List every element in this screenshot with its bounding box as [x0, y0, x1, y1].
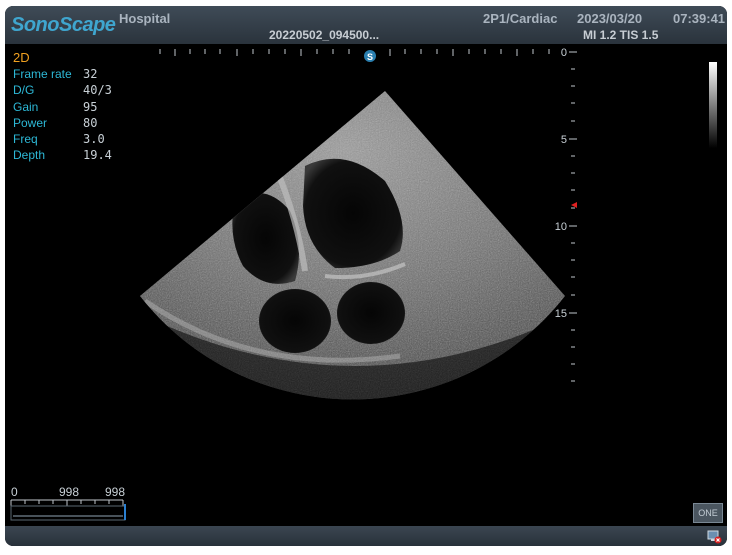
- orientation-marker-icon: S: [364, 50, 376, 62]
- param-row: D/G 40/3: [13, 83, 112, 99]
- param-value: 40/3: [83, 83, 112, 98]
- status-bar: [5, 526, 727, 546]
- chamber-right-atrium: [259, 289, 331, 353]
- imaging-mode: 2D: [13, 50, 30, 65]
- depth-label-0: 0: [561, 47, 567, 59]
- param-label: D/G: [13, 83, 35, 98]
- ultrasound-image-area: S 0 5 10 15: [10, 47, 717, 521]
- depth-label-15: 15: [555, 308, 567, 320]
- param-label: Gain: [13, 99, 39, 114]
- one-button[interactable]: ONE: [693, 503, 723, 523]
- network-disconnected-icon[interactable]: [706, 528, 722, 544]
- header-bar: SonoScape Hospital 20220502_094500... 2P…: [5, 6, 727, 44]
- cine-timeline[interactable]: [10, 499, 126, 521]
- chamber-left-atrium: [337, 282, 405, 344]
- grayscale-bar: [709, 62, 717, 148]
- param-label: Power: [13, 115, 48, 130]
- param-row: Power 80: [13, 116, 112, 132]
- focus-marker-icon: [571, 202, 577, 208]
- date-label: 2023/03/20: [577, 11, 643, 26]
- depth-label-5: 5: [561, 134, 567, 146]
- param-label: Depth: [13, 148, 46, 163]
- cine-end-label: 998: [105, 485, 126, 499]
- cine-start-label: 0: [11, 485, 18, 499]
- param-row: Freq 3.0: [13, 132, 112, 148]
- param-label: Frame rate: [13, 67, 72, 81]
- cine-current-label: 998: [59, 485, 80, 499]
- param-value: 3.0: [83, 132, 105, 147]
- param-value: 19.4: [83, 148, 112, 163]
- mi-tis-label: MI 1.2 TIS 1.5: [583, 28, 659, 42]
- hospital-name: Hospital: [119, 11, 171, 26]
- lateral-tick-ruler: [159, 49, 550, 56]
- param-value: 80: [83, 115, 98, 130]
- brand-logo: SonoScape: [11, 14, 116, 36]
- svg-text:S: S: [367, 52, 373, 62]
- param-label: Freq: [13, 132, 38, 147]
- param-value: 95: [83, 99, 98, 114]
- imaging-parameters: 2D Frame rate 32 D/G 40/3 Gain 95 Power 80 F…: [13, 50, 112, 165]
- cine-frame-labels: 0 998 998: [9, 485, 129, 499]
- param-row: Gain 95: [13, 100, 112, 116]
- param-row: Frame rate 32: [13, 67, 112, 83]
- time-label: 07:39:41: [673, 11, 726, 26]
- depth-scale: [569, 51, 577, 382]
- param-row: Depth 19.4: [13, 148, 112, 164]
- param-value: 32: [83, 67, 98, 81]
- depth-label-10: 10: [555, 221, 567, 233]
- ultrasound-screen: S 0 5 10 15 SonoScape Hospital 20220502_…: [5, 6, 727, 546]
- preset-label: 2P1/Cardiac: [483, 11, 558, 26]
- ultrasound-sector: [140, 91, 565, 400]
- patient-id: 20220502_094500...: [269, 28, 380, 42]
